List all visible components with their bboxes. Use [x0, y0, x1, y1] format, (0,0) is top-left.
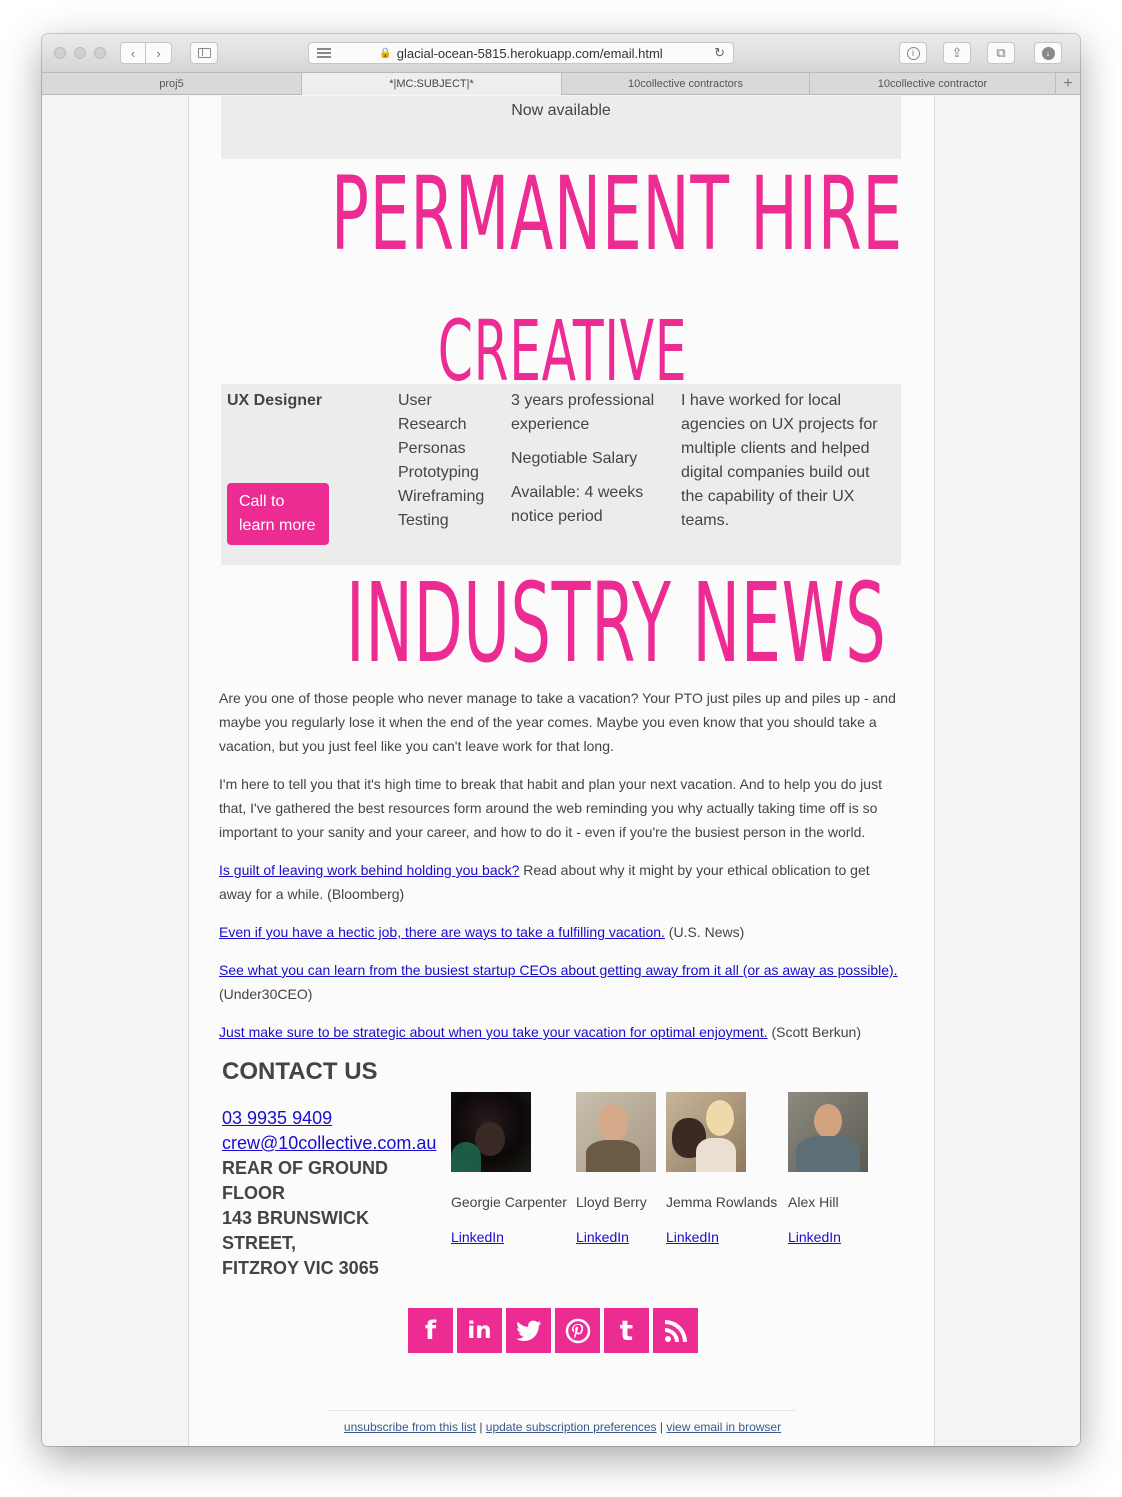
email-body: Now available PERMANENT HIRE CREATIVE UX… [188, 96, 935, 1446]
contact-us-heading: CONTACT US [222, 1058, 378, 1085]
pinterest-icon[interactable] [555, 1308, 600, 1353]
linkedin-link[interactable]: LinkedIn [666, 1229, 719, 1245]
now-available-banner: Now available [221, 96, 901, 159]
team-member-name: Georgie Carpenter [451, 1194, 567, 1210]
avatar [666, 1092, 746, 1172]
job-salary: Negotiable Salary [511, 450, 638, 467]
sidebar-icon [197, 48, 211, 58]
team-member-name: Lloyd Berry [576, 1194, 647, 1210]
skill-item: Testing [398, 512, 449, 529]
footer-divider [329, 1410, 795, 1411]
permanent-hire-heading: PERMANENT HIRE [330, 155, 903, 274]
unsubscribe-link[interactable]: unsubscribe from this list [344, 1420, 476, 1434]
back-button[interactable]: ‹ [120, 42, 146, 64]
team-member: Alex Hill LinkedIn [788, 1092, 868, 1245]
minimize-window-button[interactable] [74, 47, 86, 59]
news-item: Even if you have a hectic job, there are… [219, 924, 745, 940]
news-item: See what you can learn from the busiest … [219, 962, 898, 1002]
reload-icon[interactable]: ↻ [714, 45, 725, 61]
footer-links: unsubscribe from this list | update subs… [189, 1420, 936, 1434]
skill-item: User Research [398, 392, 467, 433]
team-member: Georgie Carpenter LinkedIn [451, 1092, 567, 1245]
avatar [576, 1092, 656, 1172]
tabs-overview-button[interactable]: ⧉ [987, 42, 1015, 64]
new-tab-button[interactable]: + [1056, 73, 1080, 94]
downloads-button[interactable]: ↓ [1034, 42, 1062, 64]
call-to-learn-more-button[interactable]: Call to learn more [227, 483, 329, 545]
info-button[interactable]: i [899, 42, 927, 64]
linkedin-link[interactable]: LinkedIn [451, 1229, 504, 1245]
forward-button[interactable]: › [146, 42, 172, 64]
phone-link[interactable]: 03 9935 9409 [222, 1106, 442, 1131]
tabs-icon: ⧉ [996, 45, 1006, 60]
team-member-name: Jemma Rowlands [666, 1194, 778, 1210]
industry-news-body: Are you one of those people who never ma… [219, 686, 903, 1058]
social-links: f in t [408, 1308, 698, 1353]
team-member-name: Alex Hill [788, 1194, 839, 1210]
rss-icon[interactable] [653, 1308, 698, 1353]
job-listing: UX Designer Call to learn more User Rese… [221, 384, 901, 565]
share-icon: ⇪ [951, 45, 963, 60]
avatar [451, 1092, 531, 1172]
contact-info: 03 9935 9409 crew@10collective.com.au RE… [222, 1106, 442, 1281]
team-member: Jemma Rowlands LinkedIn [666, 1092, 777, 1245]
page-viewport: Now available PERMANENT HIRE CREATIVE UX… [42, 96, 1080, 1446]
tab-bar: proj5 *|MC:SUBJECT|* 10collective contra… [42, 73, 1080, 95]
chevron-left-icon: ‹ [130, 45, 136, 61]
tab-10collective-contractor[interactable]: 10collective contractor [810, 73, 1056, 95]
navigation-buttons: ‹ › [120, 42, 172, 64]
twitter-icon[interactable] [506, 1308, 551, 1353]
tab-proj5[interactable]: proj5 [42, 73, 302, 95]
job-availability: Available: 4 weeks notice period [511, 484, 644, 525]
tab-mc-subject[interactable]: *|MC:SUBJECT|* [302, 73, 562, 95]
address-line: FITZROY VIC 3065 [222, 1258, 379, 1278]
browser-window: ‹ › 🔒 glacial-ocean-5815.herokuapp.com/e… [42, 34, 1080, 1446]
job-experience: 3 years professional experience [511, 392, 655, 433]
share-button[interactable]: ⇪ [943, 42, 971, 64]
facebook-icon[interactable]: f [408, 1308, 453, 1353]
sidebar-button[interactable] [190, 42, 218, 64]
chevron-right-icon: › [156, 45, 161, 61]
separator: | [659, 1420, 664, 1434]
skill-item: Personas [398, 440, 466, 457]
news-paragraph: I'm here to tell you that it's high time… [219, 776, 882, 840]
url-text: glacial-ocean-5815.herokuapp.com/email.h… [396, 45, 663, 61]
industry-news-heading: INDUSTRY NEWS [345, 559, 887, 687]
linkedin-link[interactable]: LinkedIn [788, 1229, 841, 1245]
tab-10collective-contractors[interactable]: 10collective contractors [562, 73, 810, 95]
download-icon: ↓ [1041, 46, 1055, 60]
separator: | [479, 1420, 483, 1434]
lock-icon: 🔒 [379, 47, 392, 59]
news-link-strategic[interactable]: Just make sure to be strategic about whe… [219, 1024, 768, 1040]
news-link-guilt[interactable]: Is guilt of leaving work behind holding … [219, 862, 519, 878]
info-icon: i [906, 46, 920, 60]
team-member: Lloyd Berry LinkedIn [576, 1092, 656, 1245]
creative-heading: CREATIVE [437, 302, 688, 400]
address-line: REAR OF GROUND FLOOR [222, 1158, 388, 1203]
news-link-startup-ceos[interactable]: See what you can learn from the busiest … [219, 962, 898, 978]
skill-item: Prototyping [398, 464, 479, 481]
news-item: Just make sure to be strategic about whe… [219, 1024, 861, 1040]
update-preferences-link[interactable]: update subscription preferences [486, 1420, 657, 1434]
skill-item: Wireframing [398, 488, 485, 505]
job-skills: User Research Personas Prototyping Wiref… [398, 389, 498, 533]
zoom-window-button[interactable] [94, 47, 106, 59]
view-in-browser-link[interactable]: view email in browser [666, 1420, 781, 1434]
avatar [788, 1092, 868, 1172]
job-title: UX Designer [227, 392, 323, 409]
address-bar[interactable]: 🔒 glacial-ocean-5815.herokuapp.com/email… [308, 42, 734, 64]
linkedin-icon[interactable]: in [457, 1308, 502, 1353]
close-window-button[interactable] [54, 47, 66, 59]
tumblr-icon[interactable]: t [604, 1308, 649, 1353]
linkedin-link[interactable]: LinkedIn [576, 1229, 629, 1245]
address-line: 143 BRUNSWICK STREET, [222, 1208, 370, 1253]
news-item: Is guilt of leaving work behind holding … [219, 862, 870, 902]
news-link-hectic-job[interactable]: Even if you have a hectic job, there are… [219, 924, 665, 940]
email-link[interactable]: crew@10collective.com.au [222, 1131, 442, 1156]
news-paragraph: Are you one of those people who never ma… [219, 690, 896, 754]
browser-toolbar: ‹ › 🔒 glacial-ocean-5815.herokuapp.com/e… [42, 34, 1080, 73]
job-details: 3 years professional experience Negotiab… [511, 389, 671, 539]
job-description: I have worked for local agencies on UX p… [681, 392, 878, 529]
reader-list-icon[interactable] [317, 48, 331, 58]
